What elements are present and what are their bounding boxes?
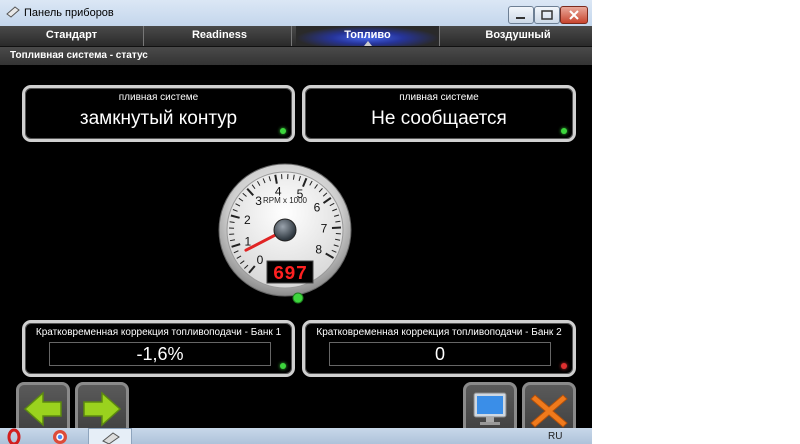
gauge-unit-label: RPM x 1000 <box>263 196 308 205</box>
tab-label: Стандарт <box>45 29 98 41</box>
title-bar: Панель приборов <box>0 0 592 27</box>
tab-standard[interactable]: Стандарт <box>0 26 144 46</box>
app-icon <box>6 6 20 18</box>
rpm-gauge-dial: 01234 5678 RPM x 1000 697 <box>218 163 352 304</box>
tab-label: Readiness <box>191 29 248 41</box>
opera-icon[interactable] <box>6 428 22 444</box>
monitor-icon <box>473 392 507 425</box>
panel-label: пливная системе <box>399 92 479 103</box>
app-taskbar-icon <box>102 432 120 444</box>
active-tab-indicator <box>363 41 372 46</box>
tab-label: Воздушный <box>485 29 551 41</box>
fuel-system-1-panel: пливная системе замкнутый контур <box>22 85 295 142</box>
window-title: Панель приборов <box>24 7 114 19</box>
tab-air[interactable]: Воздушный <box>444 26 592 46</box>
language-indicator[interactable]: RU <box>548 431 562 442</box>
section-header: Топливная система - статус <box>0 47 592 65</box>
fuel-trim-bank1-panel: Кратковременная коррекция топливоподачи … <box>22 320 295 377</box>
value-box: -1,6% <box>49 342 271 366</box>
panel-label: Кратковременная коррекция топливоподачи … <box>35 327 282 338</box>
gauge-tick-label: 2 <box>244 213 251 227</box>
gauge-tick-label: 6 <box>314 201 321 215</box>
chrome-icon[interactable] <box>52 428 68 444</box>
gauge-tick-label: 7 <box>321 221 328 235</box>
arrow-left-icon <box>23 391 62 427</box>
gauge-hub <box>273 218 297 242</box>
panel-label: Кратковременная коррекция топливоподачи … <box>316 327 562 338</box>
panel-label: пливная системе <box>118 92 199 103</box>
taskbar-app-item[interactable] <box>88 428 132 444</box>
tab-bar: Стандарт Readiness Топливо Воздушный <box>0 26 592 47</box>
close-icon <box>569 10 579 20</box>
gauge-tick-label: 8 <box>315 243 322 257</box>
fuel-trim-bank2-panel: Кратковременная коррекция топливоподачи … <box>302 320 576 377</box>
status-led <box>561 128 567 134</box>
value-box: 0 <box>329 342 551 366</box>
tab-readiness[interactable]: Readiness <box>148 26 292 46</box>
maximize-icon <box>541 10 553 20</box>
section-title: Топливная система - статус <box>10 50 148 61</box>
app-window: Панель приборов Стандарт Readiness Топли… <box>0 0 592 444</box>
rpm-gauge: 012345678 RPM x 1000 697 <box>218 150 352 308</box>
taskbar: RU <box>0 428 592 444</box>
gauge-status-led <box>292 292 304 304</box>
panel-value: замкнутый контур <box>79 108 238 129</box>
close-x-icon <box>530 394 568 428</box>
fuel-system-2-panel: пливная системе Не сообщается <box>302 85 576 142</box>
tab-label: Топливо <box>344 29 391 41</box>
status-led <box>280 363 286 369</box>
panel-value: 0 <box>434 344 445 364</box>
arrow-right-icon <box>83 391 122 427</box>
panel-value: Не сообщается <box>371 108 507 129</box>
maximize-button[interactable] <box>534 6 560 24</box>
minimize-icon <box>516 17 525 19</box>
panel-value: -1,6% <box>136 344 184 364</box>
digital-readout: 697 <box>273 263 307 285</box>
minimize-button[interactable] <box>508 6 534 24</box>
status-led <box>280 128 286 134</box>
close-window-button[interactable] <box>560 6 588 24</box>
tab-fuel[interactable]: Топливо <box>296 26 440 46</box>
gauge-tick-label: 3 <box>255 194 262 208</box>
status-led <box>561 363 567 369</box>
gauge-tick-label: 0 <box>257 253 264 267</box>
